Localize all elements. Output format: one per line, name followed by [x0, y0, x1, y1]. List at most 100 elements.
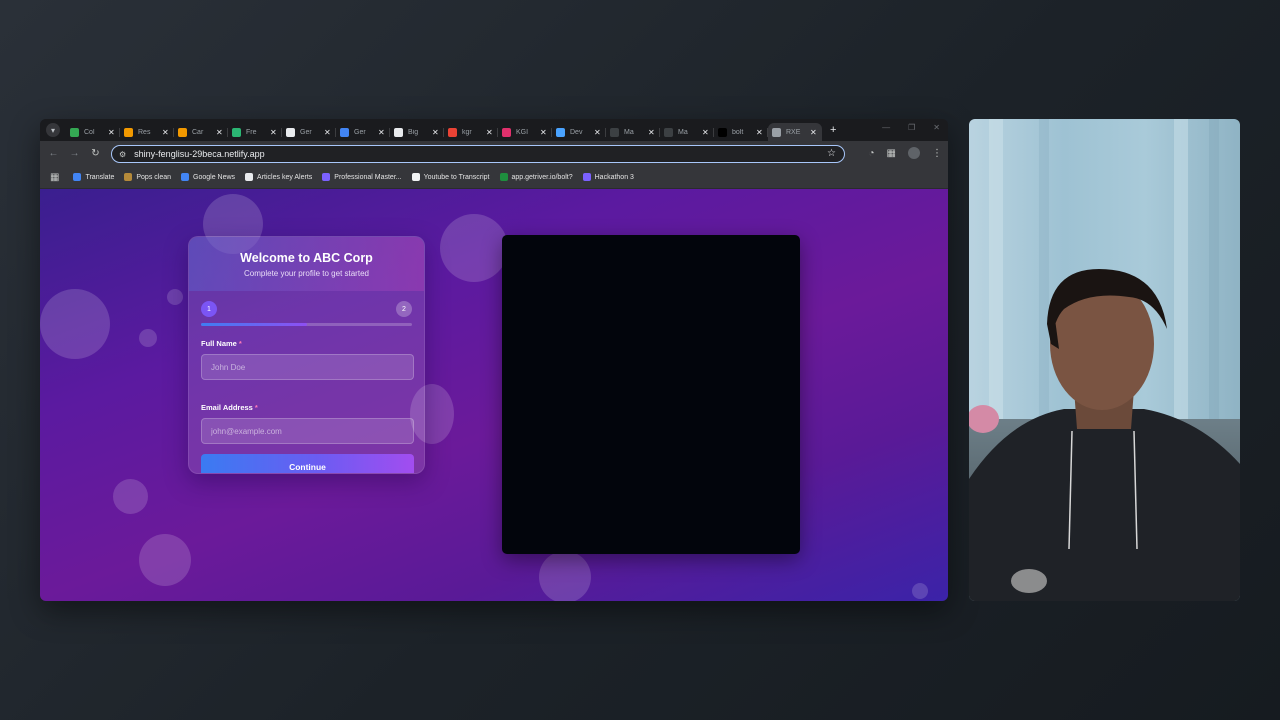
bookmark-favicon-icon	[181, 173, 190, 181]
bookmark-item[interactable]: Pops clean	[124, 173, 171, 181]
kebab-menu-icon[interactable]: ⋮	[932, 148, 942, 159]
bookmark-favicon-icon	[124, 173, 133, 181]
close-tab-icon[interactable]: ✕	[648, 128, 655, 137]
infinity-icon	[124, 127, 133, 137]
window-controls: — ❐ ✕	[882, 123, 940, 132]
onboarding-card: Welcome to ABC Corp Complete your profil…	[188, 236, 425, 474]
forward-arrow-icon[interactable]: →	[64, 148, 85, 159]
tab-title: kgr	[462, 128, 472, 136]
bookmark-favicon-icon	[322, 173, 331, 181]
tab-title: RXE	[786, 128, 801, 136]
browser-tab[interactable]: Fre ✕	[228, 123, 282, 141]
bookmark-favicon-icon	[73, 173, 82, 181]
extension-status-icon[interactable]: ◔	[869, 148, 875, 159]
bookmark-item[interactable]: Hackathon 3	[582, 173, 634, 181]
bookmark-label: Translate	[85, 173, 115, 181]
browser-tab[interactable]: Ma ✕	[606, 123, 660, 141]
step-1-indicator: 1	[201, 301, 217, 317]
card-body: 1 2 Full Name* Email Address* Continue	[189, 291, 424, 473]
close-tab-icon[interactable]: ✕	[702, 128, 709, 137]
globe-icon	[772, 127, 781, 137]
tab-title: Big	[408, 128, 419, 136]
browser-tab[interactable]: RXE ✕	[768, 123, 822, 141]
browser-tab[interactable]: Col ✕	[66, 123, 120, 141]
email-label: Email Address *	[201, 403, 258, 412]
tab-list: Col ✕ Res ✕ Car ✕ Fre ✕ Ger ✕ Ger ✕ Big ✕ kgr ✕ KGI ✕ Dev ✕…	[66, 119, 822, 141]
reload-icon[interactable]: ↻	[85, 148, 106, 159]
browser-toolbar: ← → ↻ ⚙ shiny-fenglisu-29beca.netlify.ap…	[40, 141, 948, 166]
bookmark-item[interactable]: Translate	[73, 173, 114, 181]
card-header: Welcome to ABC Corp Complete your profil…	[189, 237, 424, 291]
puzzle-extensions-icon[interactable]: ▦	[887, 148, 896, 159]
browser-tab[interactable]: Ma ✕	[660, 123, 714, 141]
bookmark-item[interactable]: app.getriver.io/bolt?	[499, 173, 573, 181]
close-tab-icon[interactable]: ✕	[756, 128, 763, 137]
bookmark-item[interactable]: Articles key Alerts	[245, 173, 312, 181]
tab-title: Ger	[300, 128, 312, 136]
webcam-video-panel	[969, 119, 1240, 601]
continue-button[interactable]: Continue	[201, 454, 414, 473]
tab-title: Ma	[624, 128, 634, 136]
browser-tab[interactable]: Car ✕	[174, 123, 228, 141]
bookmark-item[interactable]: Google News	[181, 173, 235, 181]
drive-icon	[70, 127, 79, 137]
close-tab-icon[interactable]: ✕	[594, 128, 601, 137]
bookmark-label: Professional Master...	[334, 173, 402, 181]
close-tab-icon[interactable]: ✕	[216, 128, 223, 137]
chevron-down-icon[interactable]: ▾	[46, 123, 60, 137]
close-tab-icon[interactable]: ✕	[162, 128, 169, 137]
browser-tab[interactable]: bolt ✕	[714, 123, 768, 141]
bookmark-favicon-icon	[245, 173, 254, 181]
mail-icon	[610, 127, 619, 137]
site-info-icon[interactable]: ⚙	[119, 150, 126, 159]
decorative-bubble	[440, 214, 508, 282]
decorative-bubble	[40, 289, 110, 359]
back-arrow-icon[interactable]: ←	[43, 148, 64, 159]
bookmark-item[interactable]: Professional Master...	[322, 173, 402, 181]
browser-tab[interactable]: kgr ✕	[444, 123, 498, 141]
browser-tab[interactable]: Big ✕	[390, 123, 444, 141]
close-tab-icon[interactable]: ✕	[324, 128, 331, 137]
browser-tab[interactable]: Ger ✕	[336, 123, 390, 141]
star-icon[interactable]: ☆	[827, 148, 836, 159]
decorative-bubble	[139, 329, 157, 347]
close-tab-icon[interactable]: ✕	[270, 128, 277, 137]
maximize-icon[interactable]: ❐	[908, 123, 915, 132]
close-tab-icon[interactable]: ✕	[108, 128, 115, 137]
email-input[interactable]	[201, 418, 414, 444]
page-viewport: Welcome to ABC Corp Complete your profil…	[40, 189, 948, 601]
close-tab-icon[interactable]: ✕	[810, 128, 817, 137]
tab-title: Col	[84, 128, 95, 136]
step-2-indicator: 2	[396, 301, 412, 317]
tab-title: KGI	[516, 128, 529, 136]
close-tab-icon[interactable]: ✕	[486, 128, 493, 137]
browser-tab[interactable]: Dev ✕	[552, 123, 606, 141]
browser-tab[interactable]: KGI ✕	[498, 123, 552, 141]
bookmark-label: Youtube to Transcript	[423, 173, 490, 181]
shield-icon	[232, 127, 241, 137]
card-title: Welcome to ABC Corp	[240, 251, 373, 265]
browser-tab[interactable]: Res ✕	[120, 123, 174, 141]
bookmark-favicon-icon	[582, 173, 591, 181]
browser-tab[interactable]: Ger ✕	[282, 123, 336, 141]
minimize-icon[interactable]: —	[882, 123, 890, 132]
new-tab-button[interactable]: +	[830, 124, 836, 136]
close-tab-icon[interactable]: ✕	[540, 128, 547, 137]
close-window-icon[interactable]: ✕	[933, 123, 940, 132]
avatar[interactable]	[908, 147, 920, 159]
full-name-input[interactable]	[201, 354, 414, 380]
decorative-bubble	[912, 583, 928, 599]
bolt-icon	[718, 127, 727, 137]
full-name-label: Full Name *	[201, 339, 242, 348]
infinity-icon	[178, 127, 187, 137]
bookmark-item[interactable]: Youtube to Transcript	[411, 173, 490, 181]
tab-title: Fre	[246, 128, 257, 136]
bookmark-favicon-icon	[499, 173, 508, 181]
tab-title: bolt	[732, 128, 744, 136]
bookmark-label: app.getriver.io/bolt?	[511, 173, 573, 181]
address-bar[interactable]: ⚙ shiny-fenglisu-29beca.netlify.app ☆	[111, 145, 845, 163]
close-tab-icon[interactable]: ✕	[432, 128, 439, 137]
close-tab-icon[interactable]: ✕	[378, 128, 385, 137]
apps-grid-icon[interactable]: ▦	[50, 172, 59, 183]
bookmark-label: Articles key Alerts	[257, 173, 313, 181]
